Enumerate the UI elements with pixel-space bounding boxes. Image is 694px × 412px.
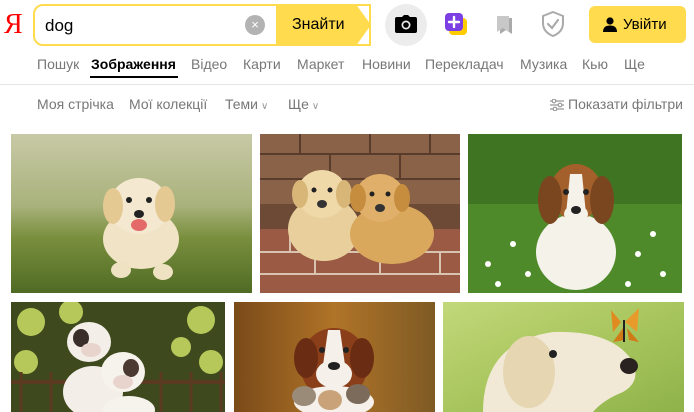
more-dropdown[interactable]: Ще ∨ — [288, 96, 319, 112]
my-feed-link[interactable]: Моя стрічка — [37, 96, 114, 112]
login-label: Увійти — [623, 16, 667, 33]
image-result[interactable] — [234, 302, 435, 412]
active-tab-underline — [90, 76, 178, 78]
clear-search-icon[interactable]: × — [245, 15, 265, 35]
yandex-logo[interactable]: Я — [4, 8, 26, 42]
image-result[interactable] — [11, 302, 225, 412]
tab-translator[interactable]: Перекладач — [425, 56, 504, 72]
tab-q[interactable]: Кью — [582, 56, 608, 72]
shield-icon[interactable] — [541, 11, 565, 37]
image-result[interactable] — [468, 134, 682, 293]
show-filters-button[interactable]: Показати фільтри — [550, 96, 683, 112]
tab-search[interactable]: Пошук — [37, 56, 79, 72]
themes-dropdown[interactable]: Теми ∨ — [225, 96, 268, 112]
dog-photo-thumbnail — [11, 302, 225, 412]
dog-photo-thumbnail — [11, 134, 252, 293]
image-result[interactable] — [443, 302, 684, 412]
image-result[interactable] — [260, 134, 460, 293]
tab-music[interactable]: Музика — [520, 56, 567, 72]
search-input[interactable] — [45, 14, 235, 38]
tab-more[interactable]: Ще — [624, 56, 645, 72]
chevron-down-icon: ∨ — [311, 101, 320, 112]
filters-label: Показати фільтри — [568, 96, 683, 112]
themes-label: Теми — [225, 96, 258, 112]
dog-photo-thumbnail — [260, 134, 460, 293]
search-button[interactable]: Знайти — [276, 4, 371, 46]
more-label: Ще — [288, 96, 309, 112]
tab-maps[interactable]: Карти — [243, 56, 281, 72]
tab-news[interactable]: Новини — [362, 56, 411, 72]
header-divider — [0, 84, 694, 85]
chevron-down-icon: ∨ — [261, 101, 269, 112]
tab-market[interactable]: Маркет — [297, 56, 344, 72]
tab-images[interactable]: Зображення — [91, 56, 176, 72]
dog-photo-thumbnail — [443, 302, 684, 412]
user-icon — [603, 17, 617, 32]
filter-sliders-icon — [550, 98, 564, 112]
image-result[interactable] — [11, 134, 252, 293]
my-collections-link[interactable]: Мої колекції — [129, 96, 207, 112]
services-nav: Пошук Зображення Відео Карти Маркет Нови… — [0, 54, 694, 76]
login-button[interactable]: Увійти — [589, 6, 686, 43]
camera-icon — [395, 15, 417, 33]
camera-search-button[interactable] — [385, 4, 427, 46]
bookmark-icon[interactable] — [494, 14, 516, 36]
dog-photo-thumbnail — [234, 302, 435, 412]
collections-plus-icon[interactable] — [444, 12, 468, 36]
tab-video[interactable]: Відео — [191, 56, 227, 72]
dog-photo-thumbnail — [468, 134, 682, 293]
